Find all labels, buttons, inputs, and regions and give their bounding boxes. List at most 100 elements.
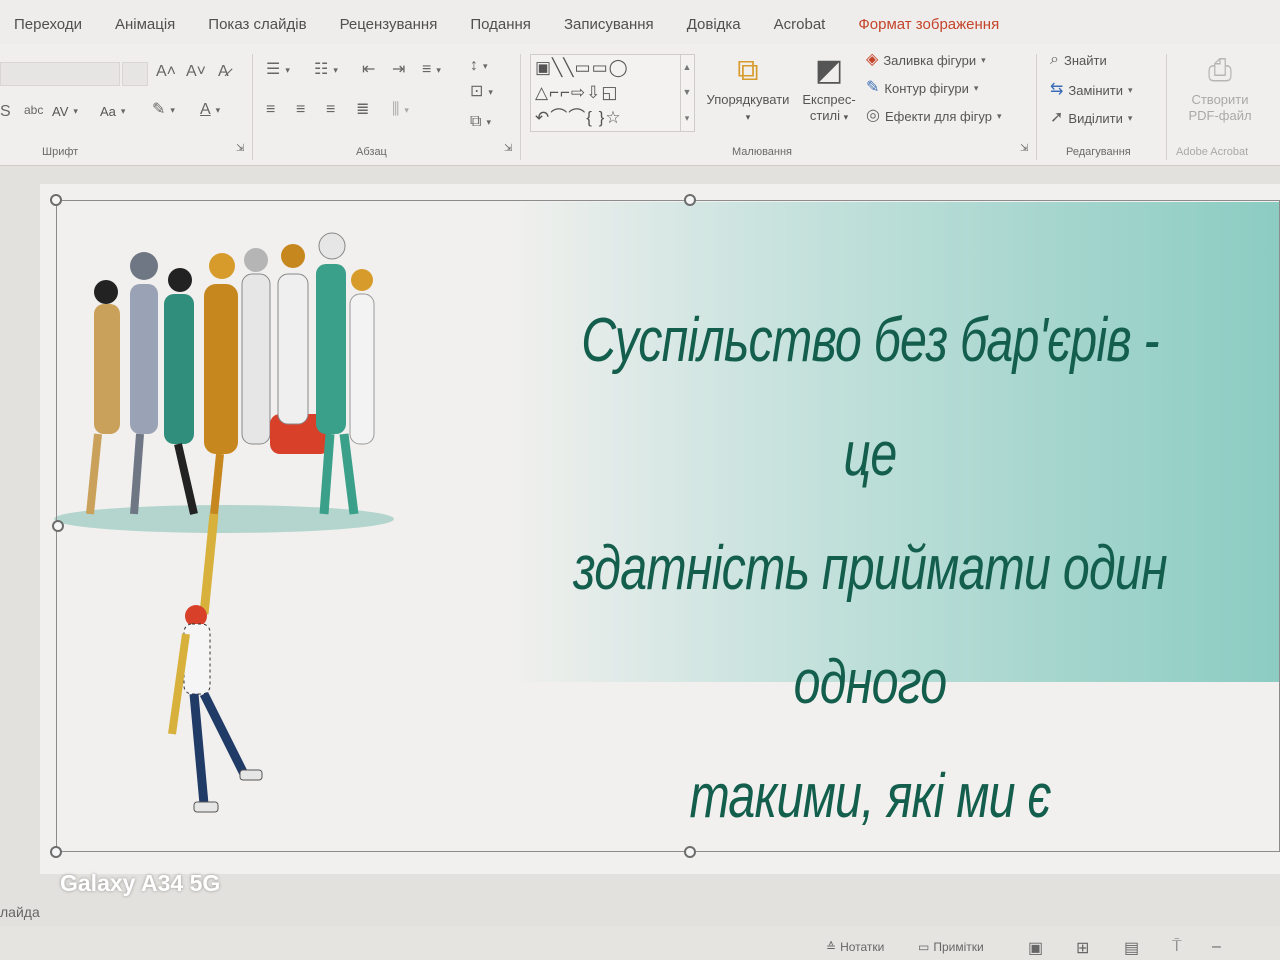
shrink-font-button[interactable]: A˅ <box>186 64 206 80</box>
shape-fill-button[interactable]: ◈ Заливка фігури ▾ <box>866 52 986 68</box>
tab-picture-format[interactable]: Формат зображення <box>858 16 999 33</box>
paragraph-group-label: Абзац <box>356 146 387 158</box>
chevron-down-icon: ▾ <box>285 64 290 75</box>
smartart-button[interactable]: ⧉ ▾ <box>470 114 491 130</box>
replace-button[interactable]: ⇆ Замінити ▾ <box>1050 82 1133 98</box>
acrobat-group-label: Adobe Acrobat <box>1176 146 1249 158</box>
shape-effects-button[interactable]: ◎ Ефекти для фігур ▾ <box>866 108 1002 124</box>
chevron-up-icon[interactable]: ▲ <box>683 55 693 80</box>
line-spacing-icon: ≡ <box>422 61 432 78</box>
zoom-out-icon[interactable]: – <box>1212 938 1221 956</box>
tab-transitions[interactable]: Переходи <box>14 16 82 33</box>
increase-indent-button[interactable]: ⇥ <box>392 62 405 78</box>
align-right-icon: ≡ <box>326 101 336 118</box>
drawing-dialog-launcher[interactable]: ⇲ <box>1020 144 1028 154</box>
quick-styles-icon: ◩ <box>814 54 844 87</box>
align-right-button[interactable]: ≡ <box>326 102 335 118</box>
chevron-down-icon: ▾ <box>404 104 409 115</box>
bullet-list-icon: ☰ <box>266 61 281 78</box>
char-spacing-button[interactable]: AV ▾ <box>52 104 78 119</box>
clear-formatting-icon: A̷ <box>218 63 229 80</box>
quick-styles-button[interactable]: ◩ Експрес- стилі ▾ <box>798 50 860 125</box>
tab-slide-show[interactable]: Показ слайдів <box>208 16 306 33</box>
font-color-button[interactable]: A ▾ <box>200 102 220 118</box>
columns-button[interactable]: ⫼ ▾ <box>392 102 409 118</box>
font-dialog-launcher[interactable]: ⇲ <box>236 144 244 154</box>
resize-handle-bottom-center[interactable] <box>684 846 696 858</box>
arrange-icon: ⧉ <box>737 54 759 87</box>
highlight-button[interactable]: ✎ ▾ <box>152 102 175 118</box>
font-name-box[interactable] <box>0 62 120 86</box>
selection-outline <box>56 200 1280 852</box>
ribbon: A˄ A˅ A̷ S abc AV ▾ Aa ▾ ✎ ▾ A ▾ Шрифт ⇲ ☰ ▾ … <box>0 44 1280 166</box>
reading-view-icon[interactable]: ▤ <box>1124 938 1139 958</box>
cursor-arrow-icon: ➚ <box>1050 109 1064 126</box>
normal-view-icon[interactable]: ▣ <box>1028 938 1043 958</box>
chevron-down-icon: ▾ <box>486 116 491 127</box>
dialog-launcher-icon: ⇲ <box>504 143 513 154</box>
ribbon-separator <box>1036 54 1037 160</box>
clear-format-button[interactable]: A̷ <box>218 64 229 80</box>
resize-handle-middle-left[interactable] <box>52 520 64 532</box>
chevron-down-icon: ▾ <box>1127 112 1133 123</box>
tab-help[interactable]: Довідка <box>687 16 741 33</box>
slide-sorter-icon[interactable]: ⊞ <box>1076 938 1089 958</box>
align-left-button[interactable]: ≡ <box>266 102 275 118</box>
grow-font-button[interactable]: A˄ <box>156 64 176 80</box>
gallery-scroll[interactable]: ▲ ▼ ▾ <box>680 55 694 131</box>
change-case-button[interactable]: Aa ▾ <box>100 104 125 119</box>
tab-recording[interactable]: Записування <box>564 16 654 33</box>
slide-canvas[interactable]: Суспільство без бар'єрів - це здатність … <box>40 184 1280 874</box>
status-bar: лайда ≙ Нотатки ▭ Примітки ▣ ⊞ ▤ ⍑ – <box>0 904 1280 960</box>
font-size-box[interactable] <box>122 62 148 86</box>
chevron-down-icon: ▾ <box>170 104 175 115</box>
chevron-down-icon: ▾ <box>436 64 441 75</box>
chevron-down-icon: ▾ <box>333 64 338 75</box>
align-center-icon: ≡ <box>296 101 306 118</box>
justify-icon: ≣ <box>356 101 370 118</box>
numbered-list-icon: ☷ <box>314 61 329 78</box>
tab-review[interactable]: Рецензування <box>340 16 438 33</box>
numbering-button[interactable]: ☷ ▾ <box>314 62 338 78</box>
gallery-more-icon[interactable]: ▾ <box>685 106 691 131</box>
arrange-button[interactable]: ⧉ Упорядкувати ▾ <box>698 50 798 125</box>
paragraph-dialog-launcher[interactable]: ⇲ <box>504 144 512 154</box>
chevron-down-icon[interactable]: ▼ <box>683 80 693 105</box>
strikethrough-button[interactable]: S <box>0 104 11 120</box>
outdent-icon: ⇤ <box>362 61 376 78</box>
create-pdf-button[interactable]: ⎙ Створити PDF-файл <box>1176 50 1264 124</box>
find-button[interactable]: ⌕ Знайти <box>1050 52 1107 68</box>
text-direction-button[interactable]: ↕ ▾ <box>470 58 488 74</box>
notes-button[interactable]: ≙ Нотатки <box>826 940 884 954</box>
dialog-launcher-icon: ⇲ <box>1020 143 1029 154</box>
shadow-s-icon: S <box>0 103 11 120</box>
line-spacing-button[interactable]: ≡ ▾ <box>422 62 441 78</box>
tab-acrobat[interactable]: Acrobat <box>774 16 826 33</box>
tab-view[interactable]: Подання <box>470 16 531 33</box>
slideshow-view-icon[interactable]: ⍑ <box>1172 938 1182 956</box>
strike-button[interactable]: abc <box>24 104 43 116</box>
comment-icon: ▭ <box>918 940 930 954</box>
decrease-indent-button[interactable]: ⇤ <box>362 62 375 78</box>
select-button[interactable]: ➚ Виділити ▾ <box>1050 110 1132 126</box>
resize-handle-top-left[interactable] <box>50 194 62 206</box>
tab-animations[interactable]: Анімація <box>115 16 175 33</box>
resize-handle-bottom-left[interactable] <box>50 846 62 858</box>
indent-icon: ⇥ <box>392 61 406 78</box>
resize-handle-top-center[interactable] <box>684 194 696 206</box>
align-center-button[interactable]: ≡ <box>296 102 305 118</box>
align-text-button[interactable]: ⊡ ▾ <box>470 84 493 100</box>
ribbon-separator <box>252 54 253 160</box>
increase-font-icon: A˄ <box>156 63 177 80</box>
editing-group-label: Редагування <box>1066 146 1131 158</box>
shapes-gallery[interactable]: ▣╲╲▭▭◯ △⌐⌐⇨⇩◱ ↶⌒⌒{ }☆ ▲ ▼ ▾ <box>530 54 695 132</box>
pdf-file-icon: ⎙ <box>1208 54 1232 87</box>
justify-button[interactable]: ≣ <box>356 102 369 118</box>
highlighter-icon: ✎ <box>152 101 166 118</box>
shape-outline-button[interactable]: ✎ Контур фігури ▾ <box>866 80 978 96</box>
comments-button[interactable]: ▭ Примітки <box>918 940 984 954</box>
ribbon-tab-bar: Переходи Анімація Показ слайдів Рецензув… <box>0 0 1280 48</box>
bullets-button[interactable]: ☰ ▾ <box>266 62 290 78</box>
shapes-row-2: △⌐⌐⇨⇩◱ <box>535 83 619 102</box>
chevron-down-icon: ▾ <box>215 104 221 115</box>
